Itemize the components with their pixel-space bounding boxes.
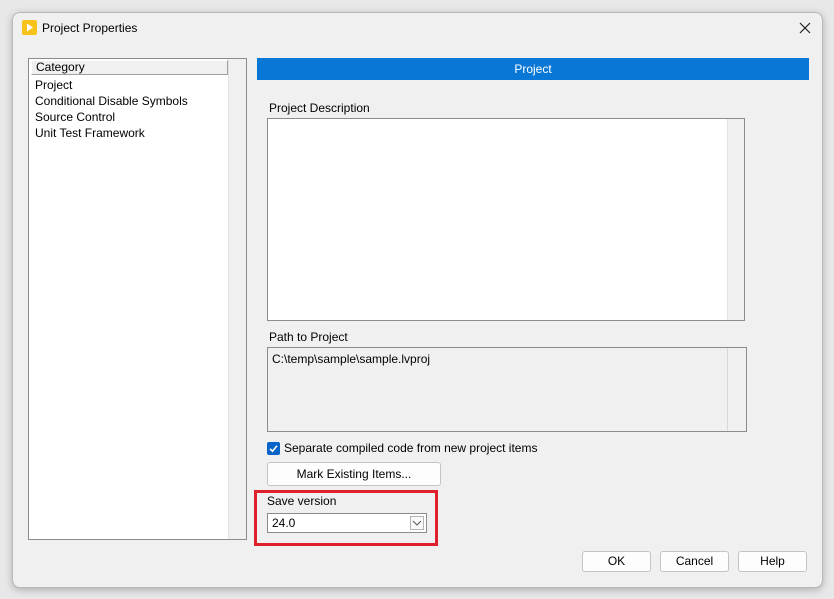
separate-compiled-checkbox[interactable] xyxy=(267,441,280,455)
chevron-down-icon[interactable] xyxy=(410,516,424,530)
category-item-unit-test-framework[interactable]: Unit Test Framework xyxy=(33,125,190,141)
path-to-project-label: Path to Project xyxy=(269,330,348,344)
path-to-project-value: C:\temp\sample\sample.lvproj xyxy=(272,352,431,366)
category-item-label: Source Control xyxy=(35,110,116,124)
save-version-dropdown[interactable]: 24.0 xyxy=(267,513,427,533)
ok-button[interactable]: OK xyxy=(582,551,651,572)
cancel-button[interactable]: Cancel xyxy=(660,551,729,572)
labview-app-icon xyxy=(22,20,37,35)
path-to-project-field: C:\temp\sample\sample.lvproj xyxy=(267,347,747,432)
category-scrollbar[interactable] xyxy=(228,59,246,539)
section-header: Project xyxy=(257,58,809,80)
close-icon[interactable] xyxy=(794,17,816,39)
category-list: Project Conditional Disable Symbols Sour… xyxy=(33,77,190,141)
category-item-project[interactable]: Project xyxy=(33,77,190,93)
category-item-label: Unit Test Framework xyxy=(35,126,145,140)
check-icon xyxy=(269,444,278,452)
category-listbox[interactable]: Category Project Conditional Disable Sym… xyxy=(28,58,247,540)
project-description-textarea[interactable] xyxy=(267,118,745,321)
category-item-label: Conditional Disable Symbols xyxy=(35,94,188,108)
help-button[interactable]: Help xyxy=(738,551,807,572)
category-column-header[interactable]: Category xyxy=(31,60,228,75)
project-description-label: Project Description xyxy=(269,101,370,115)
separate-compiled-row: Separate compiled code from new project … xyxy=(267,441,537,455)
window-title: Project Properties xyxy=(42,21,138,35)
category-item-conditional-disable-symbols[interactable]: Conditional Disable Symbols xyxy=(33,93,190,109)
path-scrollbar[interactable] xyxy=(727,348,746,431)
project-properties-dialog: Project Properties Category Project Cond… xyxy=(12,12,823,588)
description-scrollbar[interactable] xyxy=(727,119,744,320)
save-version-value: 24.0 xyxy=(272,516,296,530)
category-item-source-control[interactable]: Source Control xyxy=(33,109,190,125)
mark-existing-items-button[interactable]: Mark Existing Items... xyxy=(267,462,441,486)
save-version-label: Save version xyxy=(267,494,337,508)
separate-compiled-label: Separate compiled code from new project … xyxy=(284,441,538,455)
category-item-label: Project xyxy=(35,78,73,92)
title-bar: Project Properties xyxy=(13,13,822,43)
